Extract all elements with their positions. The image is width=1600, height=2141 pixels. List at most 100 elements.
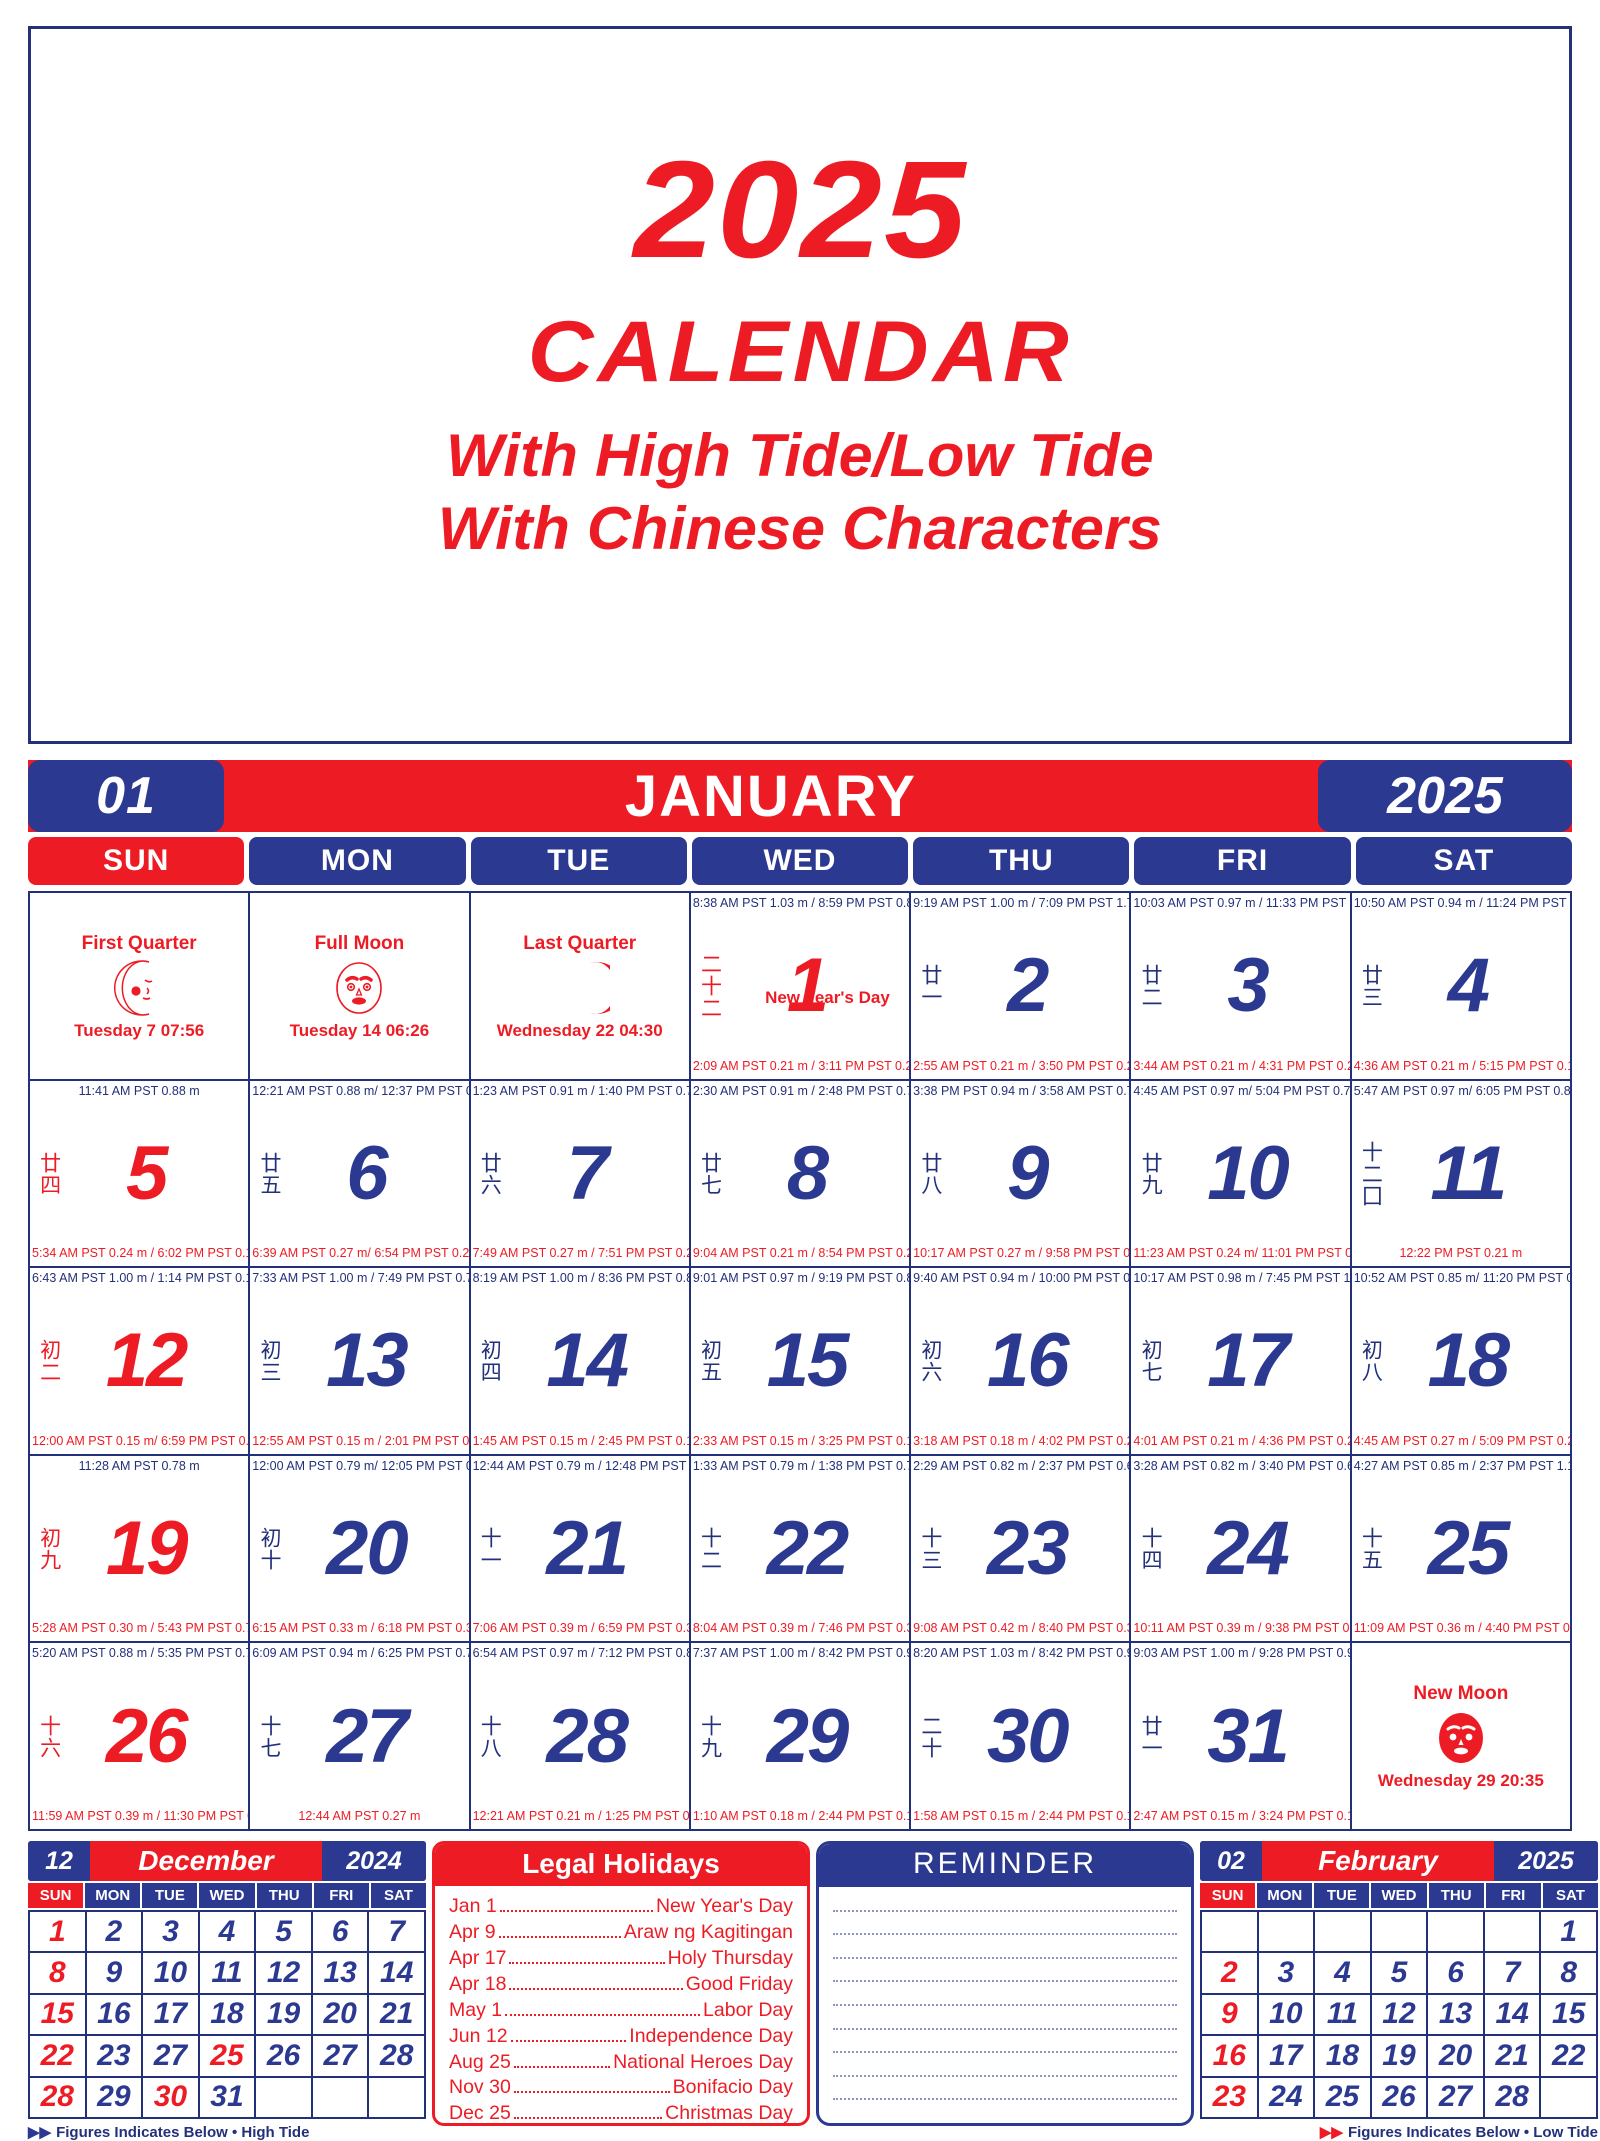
day-cell[interactable]: 7:33 AM PST 1.00 m / 7:49 PM PST 0.78 m 初…: [250, 1268, 471, 1456]
day-cell[interactable]: 9:03 AM PST 1.00 m / 9:28 PM PST 0.94 m 廿…: [1131, 1643, 1352, 1831]
mini-day-cell[interactable]: 5: [1371, 1953, 1429, 1995]
day-cell[interactable]: 12:21 AM PST 0.88 m/ 12:37 PM PST 0.85 m…: [250, 1080, 471, 1269]
day-cell[interactable]: 9:40 AM PST 0.94 m / 10:00 PM PST 0.82 m…: [911, 1268, 1132, 1456]
mini-day-cell[interactable]: 28: [1484, 2077, 1542, 2119]
reminder-line[interactable]: [833, 2027, 1177, 2030]
day-cell[interactable]: 3:38 PM PST 0.94 m / 3:58 AM PST 0.72 m 廿…: [911, 1080, 1132, 1269]
mini-day-cell[interactable]: 16: [86, 1994, 144, 2037]
mini-day-cell[interactable]: 5: [256, 1912, 313, 1954]
mini-day-cell[interactable]: 7: [369, 1912, 426, 1954]
mini-day-cell[interactable]: 7: [1484, 1953, 1542, 1995]
day-cell[interactable]: 9:19 AM PST 1.00 m / 7:09 PM PST 1.74 m 廿…: [911, 893, 1132, 1081]
day-cell[interactable]: 10:17 AM PST 0.98 m / 7:45 PM PST 1.59 m…: [1131, 1268, 1352, 1456]
reminder-line[interactable]: [833, 1933, 1177, 1936]
mini-day-cell[interactable]: 19: [256, 1994, 313, 2037]
mini-day-cell[interactable]: 21: [1484, 2036, 1542, 2078]
moon-phase-cell[interactable]: First Quarter Tuesday 7 07:56: [30, 893, 251, 1081]
mini-day-cell[interactable]: 10: [143, 1953, 200, 1995]
mini-day-cell[interactable]: 10: [1258, 1994, 1316, 2037]
mini-day-cell[interactable]: 23: [1202, 2077, 1259, 2119]
mini-day-cell[interactable]: 30: [143, 2077, 200, 2119]
mini-day-cell[interactable]: 14: [1484, 1994, 1542, 2037]
mini-day-cell[interactable]: 8: [1541, 1953, 1598, 1995]
day-cell[interactable]: 8:38 AM PST 1.03 m / 8:59 PM PST 0.82 m 二…: [690, 893, 912, 1081]
mini-day-cell[interactable]: 26: [256, 2036, 313, 2078]
mini-day-cell[interactable]: 15: [30, 1994, 87, 2037]
day-cell[interactable]: 4:45 AM PST 0.97 m/ 5:04 PM PST 0.72 m 廿九…: [1131, 1080, 1352, 1269]
day-cell[interactable]: 10:50 AM PST 0.94 m / 11:24 PM PST 0.88 …: [1351, 893, 1572, 1081]
mini-day-cell[interactable]: 9: [86, 1953, 144, 1995]
moon-phase-cell[interactable]: Last Quarter Wednesday 22 04:30: [470, 893, 691, 1081]
reminder-line[interactable]: [833, 2051, 1177, 2054]
mini-day-cell[interactable]: 6: [312, 1912, 370, 1954]
reminder-line[interactable]: [833, 1980, 1177, 1983]
mini-day-cell[interactable]: 2: [86, 1912, 144, 1954]
mini-day-cell[interactable]: 18: [199, 1994, 257, 2037]
mini-day-cell[interactable]: 11: [199, 1953, 257, 1995]
reminder-line[interactable]: [833, 2098, 1177, 2101]
day-cell[interactable]: 1:33 AM PST 0.79 m / 1:38 PM PST 0.70 m 十…: [690, 1455, 912, 1644]
mini-day-cell[interactable]: 22: [1541, 2036, 1598, 2078]
mini-day-cell[interactable]: 13: [1428, 1994, 1485, 2037]
mini-day-cell[interactable]: 1: [30, 1912, 87, 1954]
reminder-line[interactable]: [833, 2003, 1177, 2006]
reminder-line[interactable]: [833, 1956, 1177, 1959]
mini-day-cell[interactable]: 12: [256, 1953, 313, 1995]
day-cell[interactable]: 12:00 AM PST 0.79 m/ 12:05 PM PST 0.76 m…: [250, 1455, 471, 1644]
mini-day-cell[interactable]: 18: [1315, 2036, 1372, 2078]
day-cell[interactable]: 5:20 AM PST 0.88 m / 5:35 PM PST 0.73 m 十…: [30, 1643, 251, 1831]
mini-day-cell[interactable]: 16: [1202, 2036, 1259, 2078]
day-cell[interactable]: 9:01 AM PST 0.97 m / 9:19 PM PST 0.82 m 初…: [690, 1268, 912, 1456]
mini-day-cell[interactable]: 27: [312, 2036, 370, 2078]
day-cell[interactable]: 11:28 AM PST 0.78 m 初九 19 5:28 AM PST 0.30 …: [30, 1455, 251, 1644]
mini-day-cell[interactable]: 27: [1428, 2077, 1485, 2119]
mini-day-cell[interactable]: 1: [1541, 1912, 1598, 1954]
reminder-write-area[interactable]: [819, 1887, 1191, 2123]
day-cell[interactable]: 8:20 AM PST 1.03 m / 8:42 PM PST 0.91 m 二…: [911, 1643, 1132, 1831]
mini-day-cell[interactable]: 12: [1371, 1994, 1429, 2037]
day-cell[interactable]: 11:41 AM PST 0.88 m 廿四 5 5:34 AM PST 0.24 m…: [30, 1080, 251, 1269]
mini-day-cell[interactable]: 17: [143, 1994, 200, 2037]
mini-day-cell[interactable]: 19: [1371, 2036, 1429, 2078]
day-cell[interactable]: 3:28 AM PST 0.82 m / 3:40 PM PST 0.69 m 十…: [1131, 1455, 1352, 1644]
day-cell[interactable]: 7:37 AM PST 1.00 m / 8:42 PM PST 0.91 m 十…: [690, 1643, 912, 1831]
mini-day-cell[interactable]: 4: [1315, 1953, 1372, 1995]
reminder-line[interactable]: [833, 2074, 1177, 2077]
mini-day-cell[interactable]: 15: [1541, 1994, 1598, 2037]
day-cell[interactable]: 8:19 AM PST 1.00 m / 8:36 PM PST 0.82 m 初…: [470, 1268, 691, 1456]
mini-day-cell[interactable]: 22: [30, 2036, 87, 2078]
day-cell[interactable]: 12:44 AM PST 0.79 m / 12:48 PM PST 0.73 …: [470, 1455, 691, 1644]
mini-day-cell[interactable]: 20: [312, 1994, 370, 2037]
mini-day-cell[interactable]: 27: [143, 2036, 200, 2078]
mini-day-cell[interactable]: 24: [1258, 2077, 1316, 2119]
mini-day-cell[interactable]: 9: [1202, 1994, 1259, 2037]
day-cell[interactable]: 6:43 AM PST 1.00 m / 1:14 PM PST 0.18 m 初…: [30, 1268, 251, 1456]
mini-day-cell[interactable]: 23: [86, 2036, 144, 2078]
mini-day-cell[interactable]: 3: [143, 1912, 200, 1954]
day-cell[interactable]: 6:09 AM PST 0.94 m / 6:25 PM PST 0.76 m 十…: [250, 1643, 471, 1831]
day-cell[interactable]: 4:27 AM PST 0.85 m / 2:37 PM PST 1.17 m 十…: [1351, 1455, 1572, 1644]
mini-day-cell[interactable]: 11: [1315, 1994, 1372, 2037]
mini-day-cell[interactable]: 28: [369, 2036, 426, 2078]
mini-day-cell[interactable]: 4: [199, 1912, 257, 1954]
mini-day-cell[interactable]: 17: [1258, 2036, 1316, 2078]
day-cell[interactable]: 10:52 AM PST 0.85 m/ 11:20 PM PST 0.82 m…: [1351, 1268, 1572, 1456]
day-cell[interactable]: 2:29 AM PST 0.82 m / 2:37 PM PST 0.67 m 十…: [911, 1455, 1132, 1644]
mini-day-cell[interactable]: 20: [1428, 2036, 1485, 2078]
mini-day-cell[interactable]: 21: [369, 1994, 426, 2037]
day-cell[interactable]: 6:54 AM PST 0.97 m / 7:12 PM PST 0.85 m 十…: [470, 1643, 691, 1831]
mini-day-cell[interactable]: 29: [86, 2077, 144, 2119]
mini-day-cell[interactable]: 25: [199, 2036, 257, 2078]
mini-day-cell[interactable]: 3: [1258, 1953, 1316, 1995]
mini-day-cell[interactable]: 25: [1315, 2077, 1372, 2119]
moon-phase-cell[interactable]: Full Moon Tuesday 14 06:26: [250, 893, 471, 1081]
mini-day-cell[interactable]: 14: [369, 1953, 426, 1995]
day-cell[interactable]: 5:47 AM PST 0.97 m/ 6:05 PM PST 0.85 m 十二…: [1351, 1080, 1572, 1269]
moon-phase-cell[interactable]: New Moon Wednesday 29 20:35: [1351, 1643, 1572, 1831]
mini-day-cell[interactable]: 28: [30, 2077, 87, 2119]
day-cell[interactable]: 2:30 AM PST 0.91 m / 2:48 PM PST 0.75 m 廿…: [690, 1080, 912, 1269]
mini-day-cell[interactable]: 26: [1371, 2077, 1429, 2119]
mini-day-cell[interactable]: 13: [312, 1953, 370, 1995]
mini-day-cell[interactable]: 8: [30, 1953, 87, 1995]
reminder-line[interactable]: [833, 1909, 1177, 1912]
